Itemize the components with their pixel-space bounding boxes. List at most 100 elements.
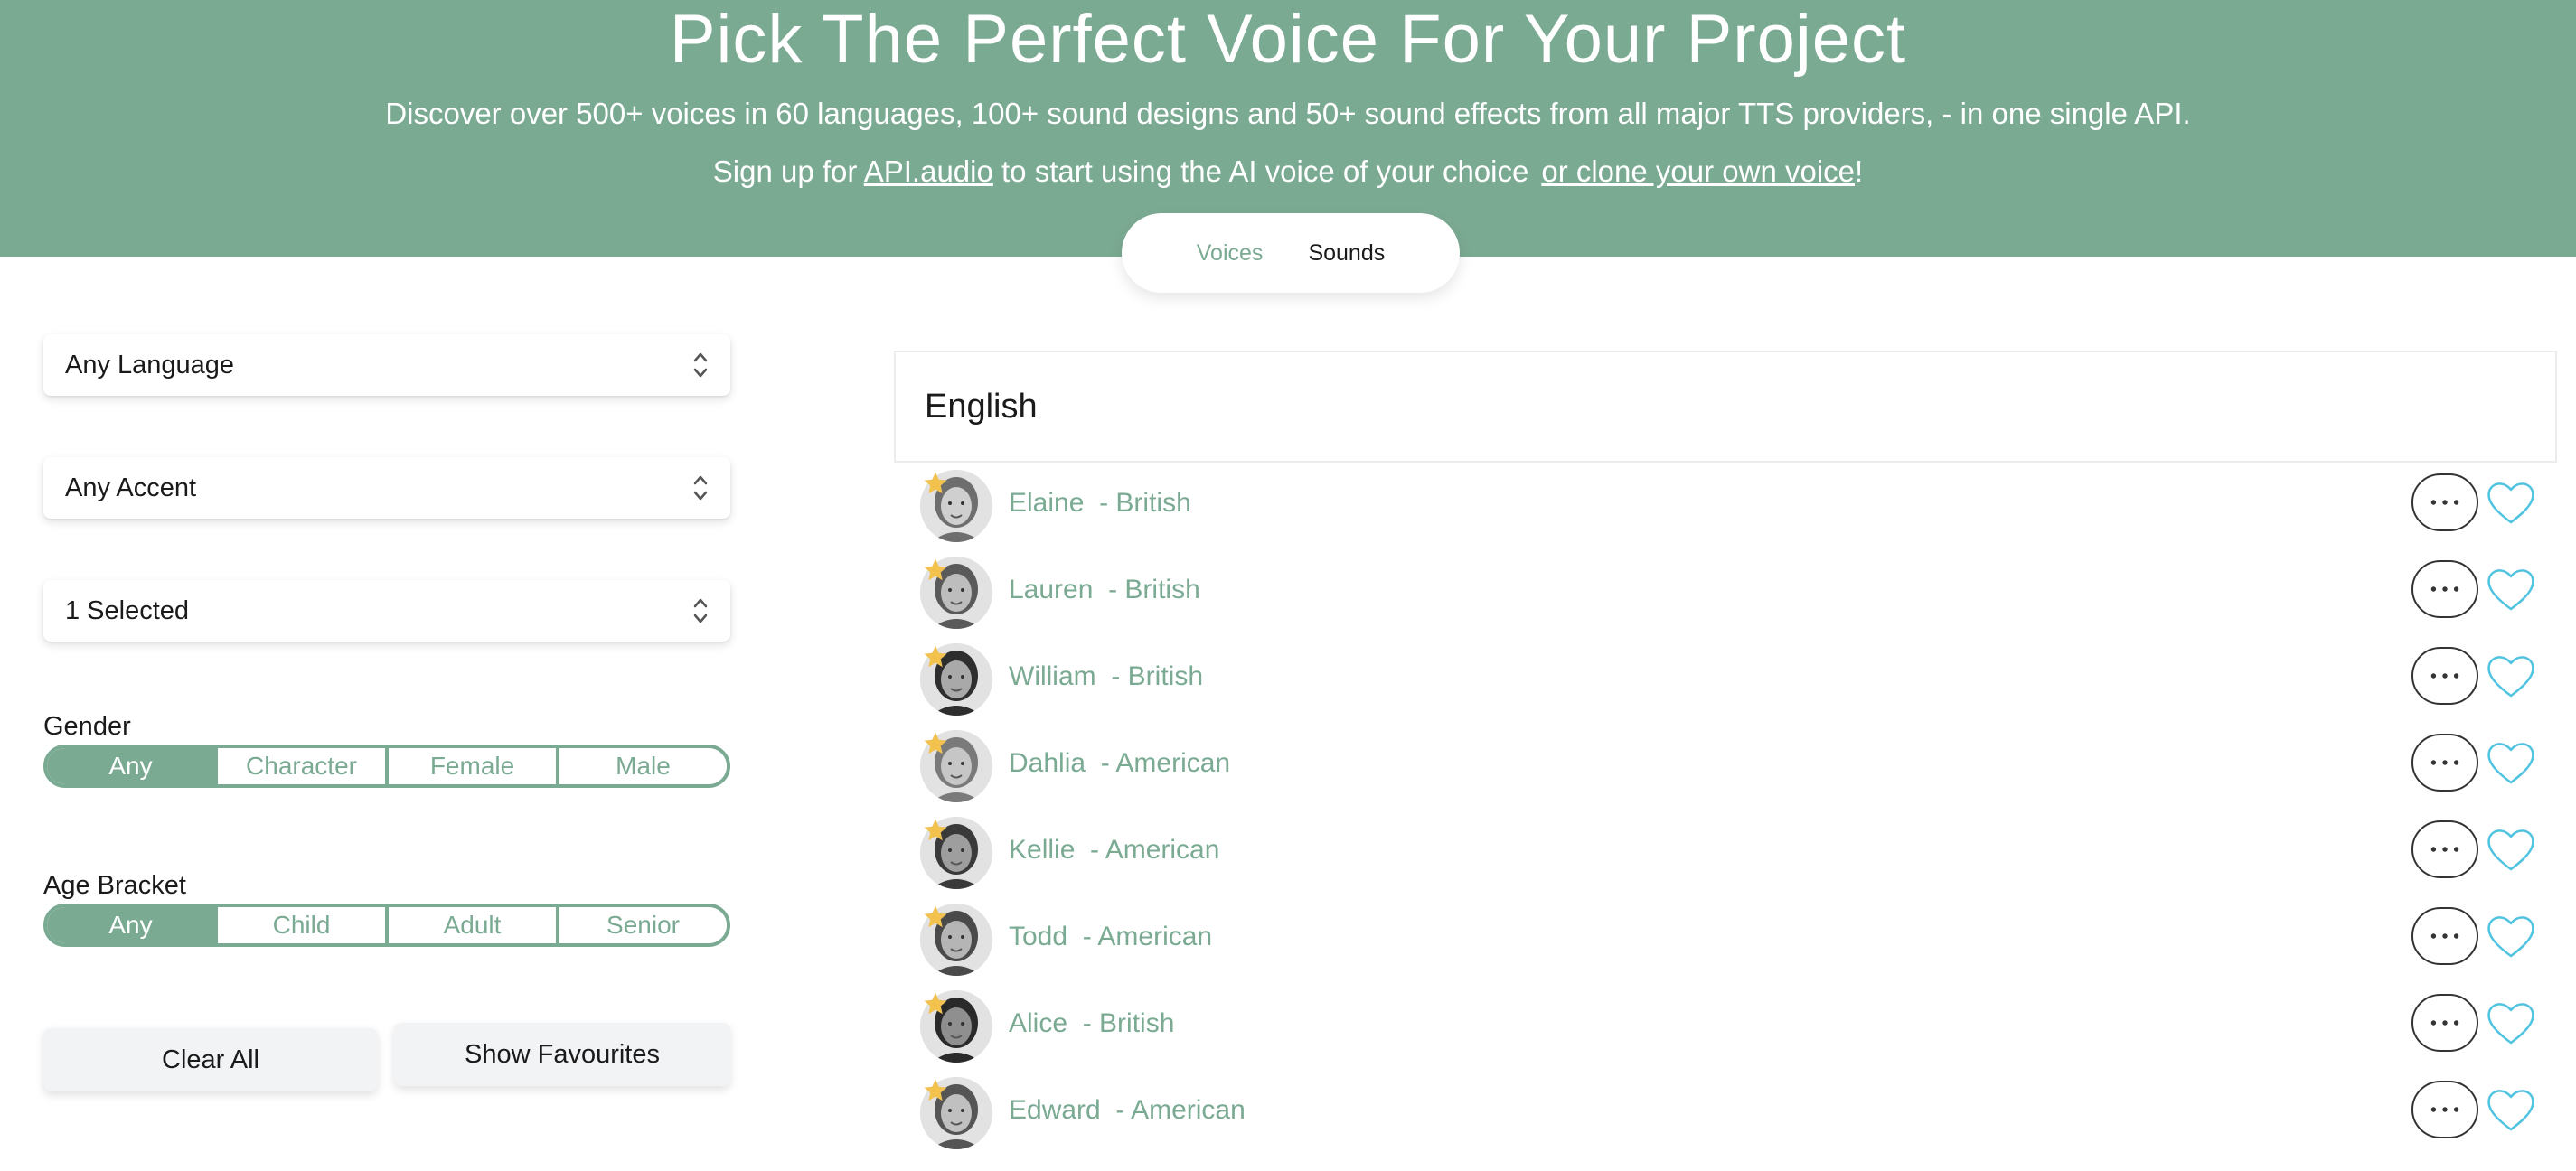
ellipsis-icon: [2430, 586, 2459, 592]
provider-select[interactable]: 1 Selected: [43, 580, 730, 642]
voice-separator: -: [1095, 661, 1128, 691]
star-icon: [924, 558, 947, 581]
provider-select-value: 1 Selected: [65, 595, 190, 625]
age-segmented-control: Any Child Adult Senior: [43, 904, 730, 947]
voice-name: Edward - American: [1009, 1095, 1246, 1126]
voice-accent: British: [1115, 488, 1191, 518]
voice-separator: -: [1086, 748, 1116, 778]
voice-first-name: Alice: [1009, 1008, 1068, 1038]
star-icon: [924, 472, 947, 494]
voice-name: Kellie - American: [1009, 835, 1219, 866]
voice-first-name: Dahlia: [1009, 748, 1086, 778]
heart-outline-icon[interactable]: [2484, 996, 2538, 1050]
heart-outline-icon[interactable]: [2484, 909, 2538, 963]
accent-select-value: Any Accent: [65, 473, 197, 502]
age-option-senior[interactable]: Senior: [556, 907, 727, 943]
heart-outline-icon[interactable]: [2484, 822, 2538, 876]
updown-chevron-icon: [693, 352, 708, 378]
more-options-button[interactable]: [2411, 473, 2478, 531]
signup-line: Sign up for API.audio to start using the…: [0, 152, 2576, 192]
voice-name: Dahlia - American: [1009, 748, 1230, 779]
voice-accent: American: [1097, 922, 1213, 951]
voice-name: Lauren - British: [1009, 575, 1200, 605]
page-title: Pick The Perfect Voice For Your Project: [669, 1, 1907, 78]
voice-accent: American: [1105, 835, 1220, 865]
heart-outline-icon[interactable]: [2484, 1082, 2538, 1137]
ellipsis-icon: [2430, 847, 2459, 852]
tab-sounds[interactable]: Sounds: [1308, 240, 1385, 267]
voice-first-name: Elaine: [1009, 488, 1085, 518]
gender-option-male[interactable]: Male: [556, 748, 727, 784]
signup-prefix: Sign up for: [712, 155, 864, 188]
page-subtitle: Discover over 500+ voices in 60 language…: [385, 97, 2191, 130]
voice-row[interactable]: Todd - American: [920, 904, 2547, 979]
more-options-button[interactable]: [2411, 820, 2478, 878]
more-options-button[interactable]: [2411, 560, 2478, 618]
clone-suffix: !: [1855, 155, 1864, 188]
gender-label: Gender: [43, 712, 131, 741]
star-icon: [924, 645, 947, 668]
voice-name: William - British: [1009, 661, 1203, 692]
age-option-child[interactable]: Child: [214, 907, 385, 943]
ellipsis-icon: [2430, 673, 2459, 679]
more-options-button[interactable]: [2411, 734, 2478, 792]
voice-first-name: Todd: [1009, 922, 1068, 951]
language-heading: English: [894, 351, 2557, 463]
voice-name: Elaine - British: [1009, 488, 1191, 519]
star-icon: [924, 1079, 947, 1101]
heart-outline-icon[interactable]: [2484, 475, 2538, 529]
star-icon: [924, 905, 947, 928]
voices-sounds-tabs: Voices Sounds: [1122, 213, 1460, 293]
voice-name: Todd - American: [1009, 922, 1212, 952]
clone-voice-link[interactable]: or clone your own voice: [1541, 155, 1855, 188]
star-icon: [924, 819, 947, 841]
age-bracket-label: Age Bracket: [43, 871, 186, 900]
voice-name: Alice - British: [1009, 1008, 1174, 1039]
gender-option-character[interactable]: Character: [214, 748, 385, 784]
star-icon: [924, 992, 947, 1015]
voice-accent: British: [1099, 1008, 1175, 1038]
voice-row[interactable]: Lauren - British: [920, 557, 2547, 632]
accent-select[interactable]: Any Accent: [43, 457, 730, 519]
heart-outline-icon[interactable]: [2484, 735, 2538, 790]
language-select-value: Any Language: [65, 350, 235, 379]
voice-separator: -: [1084, 488, 1116, 518]
tab-voices[interactable]: Voices: [1197, 240, 1264, 267]
heart-outline-icon[interactable]: [2484, 649, 2538, 703]
age-option-any[interactable]: Any: [47, 907, 214, 943]
more-options-button[interactable]: [2411, 907, 2478, 965]
more-options-button[interactable]: [2411, 1081, 2478, 1138]
voice-first-name: Lauren: [1009, 575, 1094, 604]
more-options-button[interactable]: [2411, 647, 2478, 705]
voice-first-name: Kellie: [1009, 835, 1076, 865]
voice-separator: -: [1100, 1095, 1132, 1125]
voice-first-name: Edward: [1009, 1095, 1101, 1125]
voice-row[interactable]: Edward - American: [920, 1077, 2547, 1153]
age-option-adult[interactable]: Adult: [385, 907, 556, 943]
voice-separator: -: [1075, 835, 1105, 865]
voice-first-name: William: [1009, 661, 1096, 691]
ellipsis-icon: [2430, 1020, 2459, 1026]
more-options-button[interactable]: [2411, 994, 2478, 1052]
voice-row[interactable]: William - British: [920, 643, 2547, 719]
gender-option-any[interactable]: Any: [47, 748, 214, 784]
voice-row[interactable]: Dahlia - American: [920, 730, 2547, 806]
voice-accent: British: [1124, 575, 1200, 604]
voice-accent: American: [1115, 748, 1231, 778]
updown-chevron-icon: [693, 598, 708, 623]
ellipsis-icon: [2430, 760, 2459, 765]
gender-option-female[interactable]: Female: [385, 748, 556, 784]
language-select[interactable]: Any Language: [43, 334, 730, 396]
heart-outline-icon[interactable]: [2484, 562, 2538, 616]
voice-accent: British: [1127, 661, 1204, 691]
voice-separator: -: [1067, 922, 1098, 951]
ellipsis-icon: [2430, 500, 2459, 505]
voice-row[interactable]: Alice - British: [920, 990, 2547, 1066]
star-icon: [924, 732, 947, 754]
voice-row[interactable]: Elaine - British: [920, 470, 2547, 546]
show-favourites-button[interactable]: Show Favourites: [394, 1023, 730, 1086]
voice-row[interactable]: Kellie - American: [920, 817, 2547, 893]
gender-segmented-control: Any Character Female Male: [43, 745, 730, 788]
clear-all-button[interactable]: Clear All: [43, 1028, 378, 1091]
api-audio-link[interactable]: API.audio: [864, 155, 993, 188]
